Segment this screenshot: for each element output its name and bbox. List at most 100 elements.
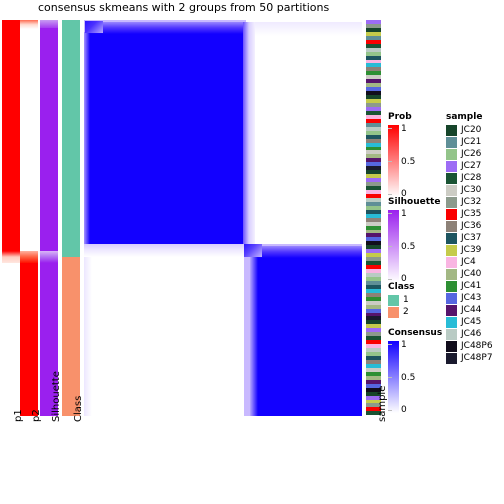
block-group1-left-gradient — [84, 32, 90, 244]
legend-sample-label: JC35 — [461, 209, 482, 219]
legend-sample-item: JC27 — [446, 161, 493, 172]
block-group1-top-gradient — [87, 22, 243, 34]
legend-sample-swatch — [446, 221, 457, 232]
legend-prob-title: Prob — [388, 112, 412, 122]
block-group1 — [87, 32, 243, 244]
p2-top-fade — [20, 20, 38, 29]
legend-sample-label: JC39 — [461, 245, 482, 255]
legend-sample-item: JC40 — [446, 269, 493, 280]
legend-sample-label: JC21 — [461, 137, 482, 147]
block-group1-diagonal — [85, 21, 103, 33]
legend-prob-tick-1: 1 — [401, 124, 407, 134]
legend-sample-label: JC26 — [461, 149, 482, 159]
legend-sample-swatch — [446, 281, 457, 292]
legend-sample-item: JC48P6 — [446, 341, 493, 352]
legend-silhouette-title: Silhouette — [388, 197, 441, 207]
legend-sample-swatch — [446, 305, 457, 316]
legend-class: Class 1 2 — [388, 282, 414, 319]
axis-label-sample: sample — [377, 385, 388, 422]
legend-sample-swatch — [446, 137, 457, 148]
legend-sample-label: JC40 — [461, 269, 482, 279]
legend-sample-label: JC45 — [461, 317, 482, 327]
legend-sample-swatch — [446, 353, 457, 364]
legend-sample-swatch — [446, 209, 457, 220]
legend-sample-swatch — [446, 197, 457, 208]
legend-consensus-tick-0: 0 — [401, 405, 407, 415]
silhouette-top-fade — [40, 20, 58, 28]
legend-sample-swatch — [446, 185, 457, 196]
legend-sample-label: JC48P6 — [461, 341, 493, 351]
class-group1-block — [62, 20, 80, 257]
block-group2-top-gradient — [256, 246, 362, 258]
legend-class-swatch-1 — [388, 295, 399, 306]
legend-sample-item: JC43 — [446, 293, 493, 304]
bottom-left-edge-fade — [84, 257, 92, 416]
legend-sample-item: JC48P7 — [446, 353, 493, 364]
annotation-column-sample — [366, 20, 381, 416]
legend-class-label-2: 2 — [403, 307, 409, 317]
legend-sample: sample JC20 JC21 JC26 JC27 JC28 JC30 JC32 JC35 J… — [446, 112, 493, 365]
legend-sample-swatch — [446, 173, 457, 184]
block-group2-diagonal — [244, 244, 262, 257]
legend-consensus-tick-0.5: 0.5 — [401, 373, 416, 383]
p2-transition — [20, 251, 38, 263]
annotation-column-silhouette — [40, 20, 58, 416]
legend-silhouette-tick-1: 1 — [401, 209, 407, 219]
p1-transition — [2, 251, 20, 263]
legend-sample-item: JC41 — [446, 281, 493, 292]
legend-sample-item: JC32 — [446, 197, 493, 208]
consensus-matrix — [84, 20, 362, 416]
legend-class-item-2: 2 — [388, 307, 414, 318]
legend-sample-label: JC41 — [461, 281, 482, 291]
legend-sample-label: JC32 — [461, 197, 482, 207]
annotation-column-p2 — [20, 20, 38, 416]
class-group2-block — [62, 257, 80, 416]
silhouette-top-block — [40, 28, 58, 251]
legend-sample-swatch — [446, 161, 457, 172]
legend-sample-swatch — [446, 125, 457, 136]
annotation-column-class — [62, 20, 80, 416]
legend-sample-swatch — [446, 329, 457, 340]
annotation-column-p1 — [2, 20, 20, 416]
legend-sample-items: JC20 JC21 JC26 JC27 JC28 JC30 JC32 JC35 JC36 JC37… — [446, 125, 493, 364]
legend-silhouette-tick-0.5: 0.5 — [401, 242, 416, 252]
bottom-left-empty-fade — [84, 244, 244, 257]
p1-top-block — [2, 20, 20, 251]
legend-sample-item: JC28 — [446, 173, 493, 184]
legend-sample-swatch — [446, 149, 457, 160]
axis-label-p1: p1 — [13, 409, 24, 422]
block-group1-right-fade — [243, 22, 255, 244]
legend-sample-label: JC30 — [461, 185, 482, 195]
legend-sample-swatch — [446, 233, 457, 244]
legend-sample-label: JC28 — [461, 173, 482, 183]
legend-sample-swatch — [446, 245, 457, 256]
legend-consensus-tick-1: 1 — [401, 340, 407, 350]
legend-sample-label: JC4 — [461, 257, 476, 267]
legend-prob-tick-0.5: 0.5 — [401, 157, 416, 167]
axis-label-silhouette: Silhouette — [51, 371, 62, 422]
axis-label-p2: p2 — [31, 409, 42, 422]
p2-bottom-block — [20, 263, 38, 416]
block-group2 — [256, 256, 362, 416]
legend-sample-swatch — [446, 341, 457, 352]
legend-sample-item: JC45 — [446, 317, 493, 328]
legend-sample-swatch — [446, 257, 457, 268]
legend-sample-label: JC20 — [461, 125, 482, 135]
legend-sample-item: JC4 — [446, 257, 493, 268]
legend-consensus: Consensus 1 0.5 0 — [388, 328, 442, 415]
legend-sample-label: JC43 — [461, 293, 482, 303]
legend-sample-item: JC39 — [446, 245, 493, 256]
legend-class-title: Class — [388, 282, 415, 292]
legend-sample-swatch — [446, 269, 457, 280]
legend-sample-label: JC46 — [461, 329, 482, 339]
legend-sample-label: JC44 — [461, 305, 482, 315]
page-title: consensus skmeans with 2 groups from 50 … — [38, 1, 330, 14]
legend-sample-item: JC46 — [446, 329, 493, 340]
p1-bottom-block — [2, 263, 20, 416]
legend-sample-item: JC37 — [446, 233, 493, 244]
legend-sample-item: JC21 — [446, 137, 493, 148]
legend-sample-item: JC20 — [446, 125, 493, 136]
legend-sample-title: sample — [446, 112, 483, 122]
legend-class-swatch-2 — [388, 307, 399, 318]
top-right-empty-fade — [255, 22, 362, 36]
